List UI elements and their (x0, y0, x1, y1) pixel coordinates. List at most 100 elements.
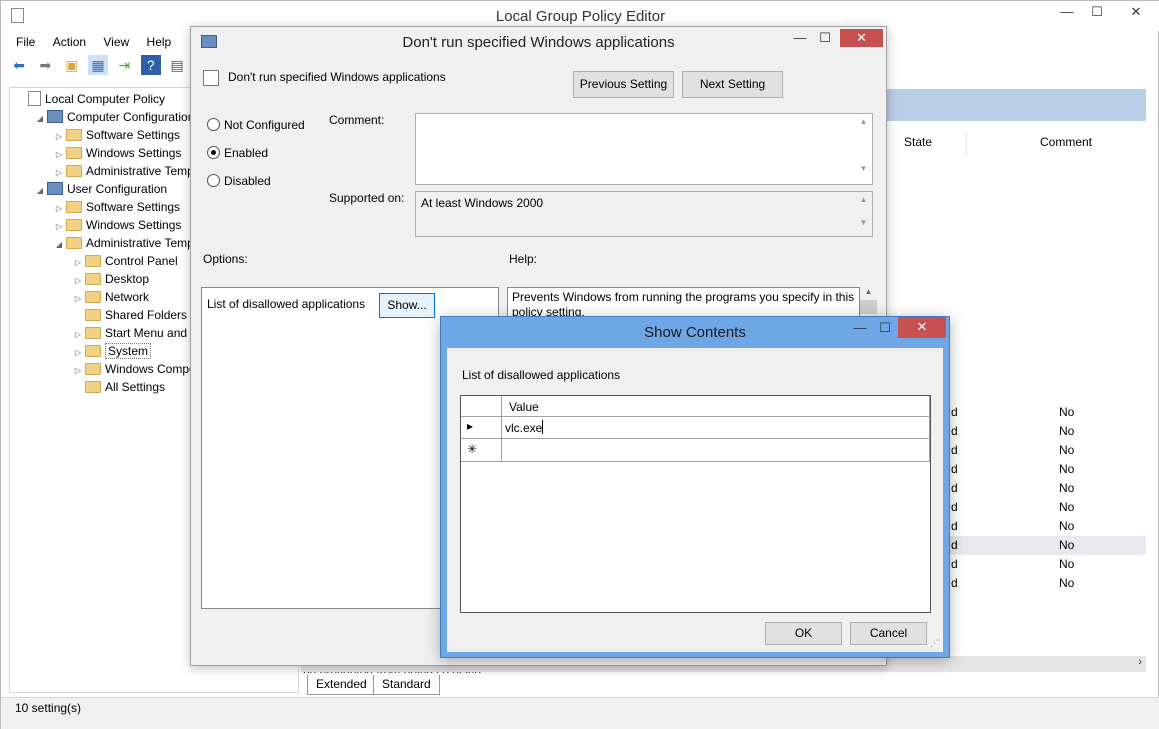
collapse-arrow-icon[interactable]: ◢ (33, 110, 47, 128)
close-icon[interactable]: ✕ (898, 317, 946, 338)
previous-setting-button[interactable]: Previous Setting (573, 71, 674, 98)
state-cell[interactable]: d (951, 517, 958, 536)
close-icon[interactable]: ✕ (1116, 1, 1156, 25)
enabled-radio[interactable] (207, 146, 220, 159)
tree-item[interactable]: ▷ Windows Compor (71, 360, 200, 378)
state-cell[interactable]: d (951, 555, 958, 574)
policy-dialog-title-bar[interactable]: Don't run specified Windows applications… (191, 27, 886, 57)
tree-item[interactable]: ▷ Windows Settings (52, 144, 181, 162)
up-folder-icon[interactable]: ▣ (62, 55, 82, 75)
value-column-header[interactable]: Value (509, 400, 539, 414)
tab-extended[interactable]: Extended (307, 675, 376, 695)
tree-item[interactable]: ▷ Network (71, 288, 149, 306)
comment-cell[interactable]: No (1059, 479, 1074, 498)
resize-grip-icon[interactable]: ⋰ (930, 638, 939, 649)
tree-item[interactable]: ◢ Administrative Templ (52, 234, 197, 254)
state-cell[interactable]: d (951, 498, 958, 517)
tree-item-label: Software Settings (86, 200, 181, 214)
tree-item[interactable]: ◢ Computer Configuration (33, 108, 194, 126)
state-cell[interactable]: d (951, 422, 958, 441)
state-cell[interactable]: d (951, 479, 958, 498)
comment-cell[interactable]: No (1059, 498, 1074, 517)
tree-item[interactable]: ▷ Windows Settings (52, 216, 181, 234)
enabled-label[interactable]: Enabled (224, 146, 268, 160)
tree-item[interactable]: Local Computer Policy (14, 90, 165, 108)
folder-icon (85, 309, 101, 321)
tree-item-label: Local Computer Policy (45, 92, 166, 106)
maximize-icon[interactable]: ☐ (1081, 1, 1113, 25)
comment-scrollbar[interactable]: ▲ ▼ (855, 114, 872, 184)
supported-on-label: Supported on: (329, 191, 405, 205)
tree-item[interactable]: ▷ Software Settings (52, 126, 180, 144)
comment-cell[interactable]: No (1059, 403, 1074, 422)
grid-row-divider (461, 461, 930, 462)
properties-icon[interactable]: ▤ (167, 55, 187, 75)
disabled-radio[interactable] (207, 174, 220, 187)
comment-cell[interactable]: No (1059, 422, 1074, 441)
supported-on-value: At least Windows 2000 (421, 196, 544, 210)
tree-item[interactable]: ◢ User Configuration (33, 180, 167, 198)
comment-cell[interactable]: No (1059, 441, 1074, 460)
policy-setting-icon (203, 70, 219, 86)
maximize-icon[interactable]: ☐ (869, 317, 901, 341)
minimize-icon[interactable]: — (1051, 1, 1083, 25)
grid-new-row[interactable] (502, 439, 929, 461)
tree-item[interactable]: ▷ System (71, 342, 152, 360)
value-cell-vlc[interactable]: vlc.exe (505, 421, 542, 435)
grid-row-1[interactable]: vlc.exe (502, 417, 929, 438)
comment-textarea[interactable]: ▲ ▼ (415, 113, 873, 185)
disabled-label[interactable]: Disabled (224, 174, 271, 188)
maximize-icon[interactable]: ☐ (809, 27, 841, 51)
supported-scrollbar[interactable]: ▲ ▼ (855, 192, 872, 236)
tree-item[interactable]: ▷ Administrative Templ (52, 162, 197, 180)
back-arrow-icon[interactable]: ⬅ (9, 55, 29, 75)
column-header-state[interactable]: State (904, 135, 932, 155)
computer-icon (47, 182, 63, 195)
folder-icon (66, 129, 82, 141)
tree-item-label: Desktop (105, 272, 150, 286)
tree-item[interactable]: ▷ Desktop (71, 270, 149, 288)
tab-standard[interactable]: Standard (373, 675, 440, 695)
state-cell[interactable]: d (951, 403, 958, 422)
menu-help[interactable]: Help (140, 32, 179, 52)
show-hide-tree-icon[interactable]: ▦ (88, 55, 109, 75)
comment-cell[interactable]: No (1059, 536, 1074, 555)
ok-button[interactable]: OK (765, 622, 842, 645)
state-cell[interactable]: d (951, 460, 958, 479)
menu-action[interactable]: Action (46, 32, 93, 52)
comment-cell[interactable]: No (1059, 460, 1074, 479)
tree-item[interactable]: ▷ Software Settings (52, 198, 180, 216)
show-button[interactable]: Show... (379, 293, 435, 318)
menu-view[interactable]: View (96, 32, 136, 52)
show-contents-title-bar[interactable]: Show Contents — ☐ ✕ (441, 317, 949, 347)
comment-cell[interactable]: No (1059, 517, 1074, 536)
export-list-icon[interactable]: ⇥ (114, 55, 134, 75)
comment-cell[interactable]: No (1059, 555, 1074, 574)
status-bar: 10 setting(s) (1, 697, 1159, 729)
help-icon[interactable]: ? (140, 55, 161, 75)
forward-arrow-icon[interactable]: ➡ (35, 55, 55, 75)
collapse-arrow-icon[interactable]: ◢ (52, 236, 66, 254)
folder-icon (66, 147, 82, 159)
tree-item[interactable]: ▷ Control Panel (71, 252, 178, 270)
column-header-comment[interactable]: Comment (1040, 135, 1092, 155)
menu-file[interactable]: File (9, 32, 42, 52)
next-setting-button[interactable]: Next Setting (682, 71, 783, 98)
comment-cell[interactable]: No (1059, 574, 1074, 593)
tree-item[interactable]: Shared Folders (71, 306, 187, 324)
state-cell[interactable]: d (951, 536, 958, 555)
not-configured-label[interactable]: Not Configured (224, 118, 305, 132)
cancel-button[interactable]: Cancel (850, 622, 927, 645)
status-text: 10 setting(s) (15, 701, 82, 715)
state-cell[interactable]: d (951, 441, 958, 460)
tree-item-label: System (105, 343, 152, 359)
state-cell[interactable]: d (951, 574, 958, 593)
scroll-right-icon[interactable]: › (1138, 656, 1142, 668)
comment-label: Comment: (329, 113, 385, 127)
tree-item[interactable]: All Settings (71, 378, 165, 396)
close-icon[interactable]: ✕ (840, 29, 883, 47)
not-configured-radio[interactable] (207, 118, 220, 131)
tree-item-label: Start Menu and Ta (105, 326, 203, 340)
collapse-arrow-icon[interactable]: ◢ (33, 182, 47, 200)
tree-item[interactable]: ▷ Start Menu and Ta (71, 324, 203, 342)
